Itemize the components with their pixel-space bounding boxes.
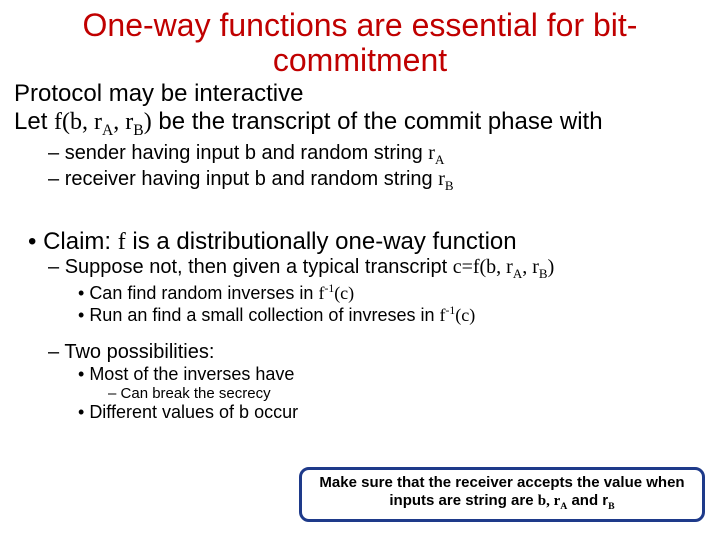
receiver-r-base: r: [438, 168, 445, 190]
suppose-close: ): [548, 256, 555, 278]
canfind-fn: f-1(c): [318, 283, 354, 303]
let-fn-mid: , r: [113, 109, 133, 135]
canfind-arg: (c): [334, 283, 354, 303]
canfind-a: Can find random inverses in: [89, 283, 318, 303]
receiver-text: receiver having input b and random strin…: [65, 168, 439, 190]
callout-and: and r: [567, 492, 608, 509]
let-text-b: be the transcript of the commit phase wi…: [152, 108, 603, 135]
let-fn-close: ): [144, 109, 152, 135]
line-protocol: Protocol may be interactive: [14, 80, 710, 108]
suppose-sB: B: [539, 266, 548, 281]
claim-b: is a distributionally one-way function: [126, 228, 517, 255]
let-sub-b: B: [133, 122, 143, 139]
run-a: Run an find a small collection of invres…: [89, 305, 439, 325]
callout-sB: B: [608, 501, 615, 512]
callout-vars: b, rA: [538, 493, 568, 509]
slide-title: One-way functions are essential for bit-…: [10, 8, 710, 78]
line-canfind: Can find random inverses in f-1(c): [78, 282, 710, 304]
line-claim: Claim: f is a distributionally one-way f…: [28, 228, 710, 257]
line-twoposs: Two possibilities:: [48, 341, 710, 364]
line-most: Most of the inverses have: [78, 364, 710, 385]
sender-r-sub: A: [435, 152, 444, 167]
sender-r-base: r: [428, 142, 435, 164]
suppose-a: Suppose not, then given a typical transc…: [65, 256, 453, 278]
run-exp: -1: [446, 304, 456, 317]
suppose-fn: c=f(b, rA, rB): [453, 256, 555, 278]
line-suppose: Suppose not, then given a typical transc…: [48, 256, 710, 282]
line-sender: sender having input b and random string …: [48, 142, 710, 168]
gap: [10, 194, 710, 210]
callout-b: b, r: [538, 493, 561, 509]
receiver-r: rB: [438, 168, 453, 190]
run-fn: f-1(c): [440, 305, 476, 325]
gap2: [10, 325, 710, 341]
line-receiver: receiver having input b and random strin…: [48, 168, 710, 194]
canfind-exp: -1: [324, 282, 334, 295]
let-text-a: Let: [14, 108, 54, 135]
callout-rb: B: [608, 493, 615, 509]
suppose-sA: A: [513, 266, 522, 281]
slide-body: Protocol may be interactive Let f(b, rA,…: [10, 80, 710, 423]
callout-box: Make sure that the receiver accepts the …: [299, 467, 705, 522]
let-fn-a: f(b, r: [54, 109, 102, 135]
line-secrecy: Can break the secrecy: [108, 385, 710, 402]
claim-f: f: [118, 229, 126, 255]
line-let: Let f(b, rA, rB) be the transcript of th…: [14, 108, 710, 140]
let-sub-a: A: [102, 122, 113, 139]
suppose-mid: , r: [522, 256, 539, 278]
claim-a: Claim:: [43, 228, 118, 255]
line-diffb: Different values of b occur: [78, 402, 710, 423]
run-arg: (c): [455, 305, 475, 325]
callout-a: Make sure that the receiver accepts the …: [319, 474, 684, 509]
suppose-c: c=f(b, r: [453, 256, 513, 278]
sender-text: sender having input b and random string: [65, 142, 429, 164]
line-run: Run an find a small collection of invres…: [78, 304, 710, 326]
receiver-r-sub: B: [445, 178, 454, 193]
slide: One-way functions are essential for bit-…: [0, 0, 720, 540]
let-fn: f(b, rA, rB): [54, 109, 152, 135]
sender-r: rA: [428, 142, 444, 164]
